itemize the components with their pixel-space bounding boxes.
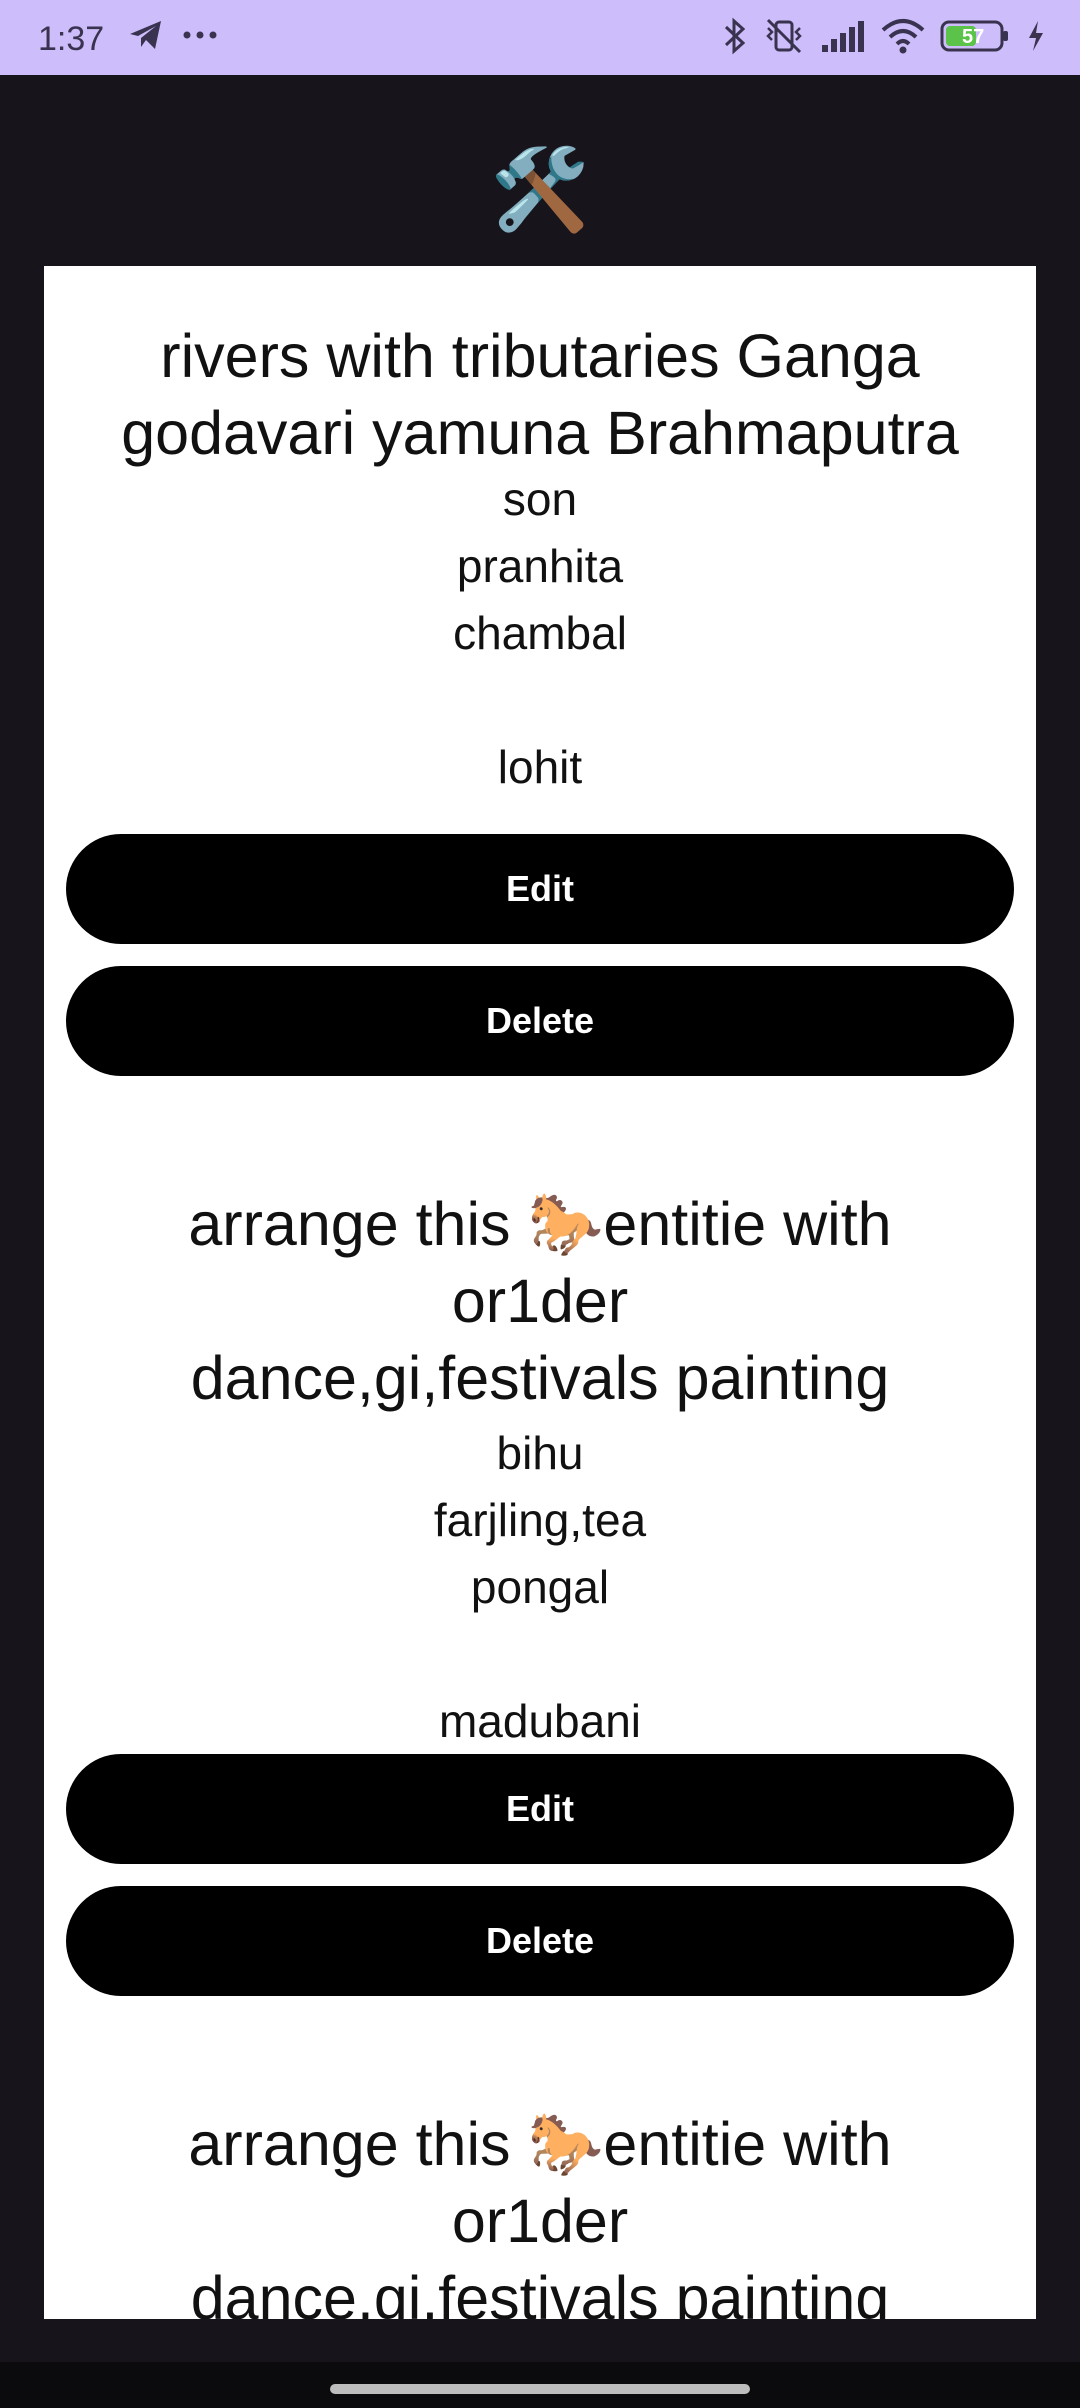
delete-button[interactable]: Delete	[66, 966, 1014, 1076]
question-title: rivers with tributaries Ganga godavari y…	[121, 322, 959, 467]
more-notifications-icon	[182, 29, 218, 41]
delete-button[interactable]: Delete	[66, 1886, 1014, 1996]
home-indicator[interactable]	[330, 2384, 750, 2394]
signal-icon	[820, 19, 866, 53]
status-time: 1:37	[38, 20, 105, 58]
charging-icon	[1026, 19, 1046, 53]
wifi-icon	[880, 18, 926, 54]
tools-icon: 🛠️	[490, 145, 590, 234]
edit-button[interactable]: Edit	[66, 834, 1014, 944]
vibrate-off-icon	[762, 16, 806, 56]
question-title: arrange this 🐎entitie with or1der dance,…	[188, 2110, 892, 2319]
question-title: arrange this 🐎entitie with or1der dance,…	[188, 1190, 892, 1412]
status-right-icons: 57	[722, 16, 1046, 56]
battery-icon: 57	[940, 18, 1012, 54]
question-answers: bihu farjling,tea pongal madubani	[433, 1427, 647, 1747]
status-bar: 1:37 57	[0, 0, 1080, 75]
edit-button[interactable]: Edit	[66, 1754, 1014, 1864]
question-answers: son pranhita chambal lohit	[453, 473, 627, 793]
status-left-icons	[128, 18, 218, 52]
question-list[interactable]: rivers with tributaries Ganga godavari y…	[44, 266, 1036, 2319]
telegram-icon	[128, 18, 164, 52]
battery-level-text: 57	[962, 26, 985, 48]
bluetooth-icon	[722, 16, 748, 56]
